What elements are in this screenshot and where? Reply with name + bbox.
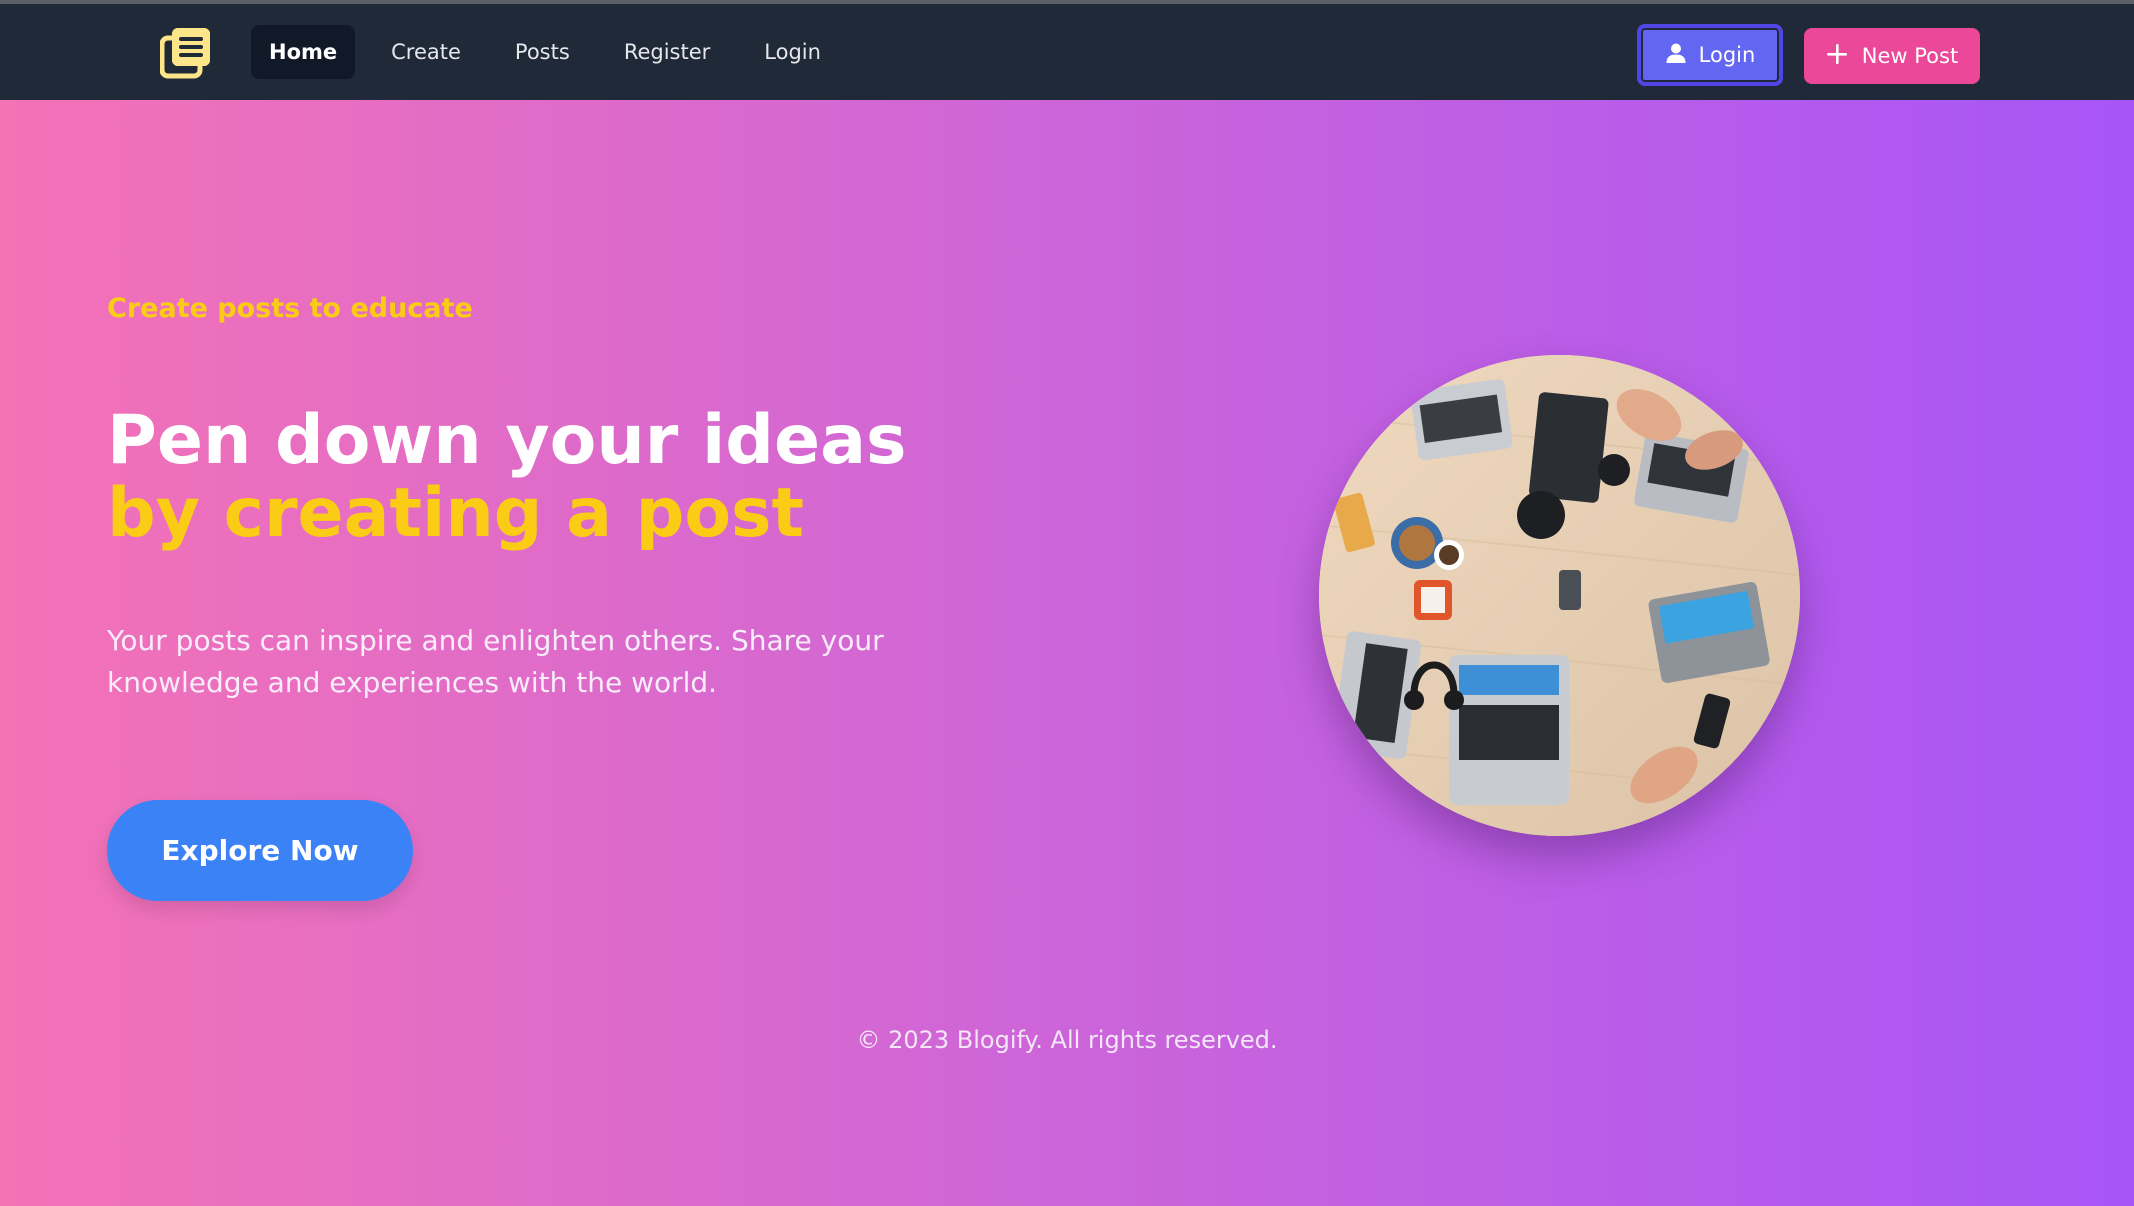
footer-copyright: © 2023 Blogify. All rights reserved. [856, 1026, 1278, 1054]
navbar: Home Create Posts Register Login Login N… [0, 4, 2134, 100]
nav-link-create[interactable]: Create [373, 25, 479, 79]
login-button-label: Login [1698, 43, 1756, 67]
hero-image [1319, 355, 1800, 836]
login-button[interactable]: Login [1637, 24, 1783, 86]
headline-plain: Pen down your ideas [107, 401, 907, 480]
new-post-button[interactable]: New Post [1804, 28, 1980, 84]
newspaper-icon[interactable] [159, 26, 214, 80]
user-icon [1665, 42, 1687, 69]
hero-description: Your posts can inspire and enlighten oth… [107, 624, 884, 699]
plus-icon [1826, 43, 1848, 70]
nav-link-posts[interactable]: Posts [497, 25, 588, 79]
nav-link-register[interactable]: Register [606, 25, 728, 79]
nav-links: Home Create Posts Register Login [251, 25, 839, 79]
new-post-button-label: New Post [1861, 44, 1959, 68]
nav-link-login[interactable]: Login [746, 25, 839, 79]
hero-headline: Pen down your ideas by creating a post [107, 404, 1007, 550]
explore-now-button[interactable]: Explore Now [107, 800, 413, 901]
headline-accent: by creating a post [107, 474, 805, 553]
hero-eyebrow: Create posts to educate [107, 293, 473, 324]
nav-link-home[interactable]: Home [251, 25, 356, 79]
